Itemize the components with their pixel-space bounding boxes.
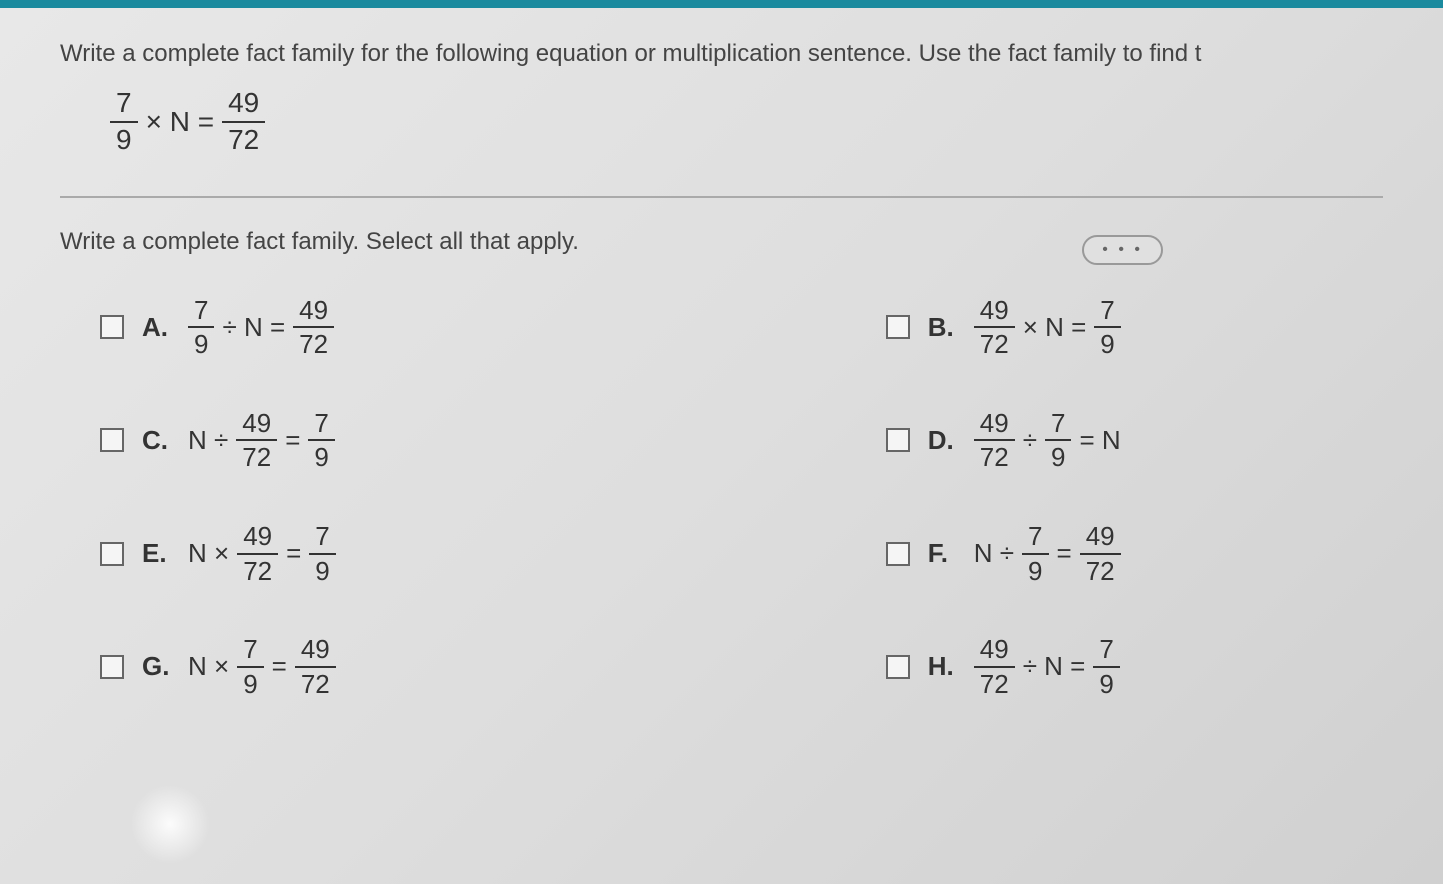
option-f: F. N ÷ 7 9 = 49 72 bbox=[886, 522, 1121, 585]
fraction: 7 9 bbox=[188, 296, 214, 359]
prefix: N ÷ bbox=[974, 538, 1014, 569]
fraction: 7 9 bbox=[237, 635, 263, 698]
checkbox-f[interactable] bbox=[886, 542, 910, 566]
fraction-7-9: 7 9 bbox=[110, 88, 138, 156]
option-letter: A. bbox=[142, 312, 170, 343]
operator: = bbox=[1057, 538, 1072, 569]
equation-b: 49 72 × N = 7 9 bbox=[974, 296, 1121, 359]
cursor-glow bbox=[130, 784, 210, 864]
option-b: B. 49 72 × N = 7 9 bbox=[886, 296, 1121, 359]
option-e: E. N × 49 72 = 7 9 bbox=[100, 522, 336, 585]
option-letter: H. bbox=[928, 651, 956, 682]
fraction: 49 72 bbox=[974, 635, 1015, 698]
operator: ÷ bbox=[1023, 425, 1037, 456]
fraction: 49 72 bbox=[974, 296, 1015, 359]
prefix: N × bbox=[188, 651, 229, 682]
option-letter: B. bbox=[928, 312, 956, 343]
equation-operator: × N = bbox=[146, 106, 214, 138]
operator: ÷ N = bbox=[222, 312, 285, 343]
equation-g: N × 7 9 = 49 72 bbox=[188, 635, 336, 698]
prefix: N × bbox=[188, 538, 229, 569]
suffix: = N bbox=[1079, 425, 1120, 456]
equation-d: 49 72 ÷ 7 9 = N bbox=[974, 409, 1121, 472]
option-letter: C. bbox=[142, 425, 170, 456]
right-column: B. 49 72 × N = 7 9 D. 49 72 bbox=[886, 296, 1121, 699]
main-equation: 7 9 × N = 49 72 bbox=[110, 88, 1383, 156]
main-instruction: Write a complete fact family for the fol… bbox=[60, 40, 1383, 68]
equation-f: N ÷ 7 9 = 49 72 bbox=[974, 522, 1121, 585]
prefix: N ÷ bbox=[188, 425, 228, 456]
checkbox-e[interactable] bbox=[100, 542, 124, 566]
checkbox-d[interactable] bbox=[886, 428, 910, 452]
checkbox-a[interactable] bbox=[100, 315, 124, 339]
fraction: 7 9 bbox=[309, 522, 335, 585]
operator: = bbox=[286, 538, 301, 569]
option-letter: F. bbox=[928, 538, 956, 569]
fraction: 7 9 bbox=[1093, 635, 1119, 698]
top-border bbox=[0, 0, 1443, 8]
checkbox-g[interactable] bbox=[100, 655, 124, 679]
checkbox-c[interactable] bbox=[100, 428, 124, 452]
option-c: C. N ÷ 49 72 = 7 9 bbox=[100, 409, 336, 472]
option-letter: E. bbox=[142, 538, 170, 569]
fraction: 49 72 bbox=[974, 409, 1015, 472]
checkbox-b[interactable] bbox=[886, 315, 910, 339]
fraction: 7 9 bbox=[308, 409, 334, 472]
fraction: 49 72 bbox=[293, 296, 334, 359]
operator: = bbox=[285, 425, 300, 456]
equation-a: 7 9 ÷ N = 49 72 bbox=[188, 296, 334, 359]
option-h: H. 49 72 ÷ N = 7 9 bbox=[886, 635, 1121, 698]
section-divider bbox=[60, 196, 1383, 198]
option-d: D. 49 72 ÷ 7 9 = N bbox=[886, 409, 1121, 472]
fraction: 7 9 bbox=[1045, 409, 1071, 472]
left-column: A. 7 9 ÷ N = 49 72 C. N ÷ 49 72 bbox=[100, 296, 336, 699]
fraction: 49 72 bbox=[1080, 522, 1121, 585]
sub-instruction: Write a complete fact family. Select all… bbox=[60, 228, 1383, 256]
equation-e: N × 49 72 = 7 9 bbox=[188, 522, 336, 585]
options-container: A. 7 9 ÷ N = 49 72 C. N ÷ 49 72 bbox=[100, 296, 1383, 699]
more-options-button[interactable]: • • • bbox=[1082, 235, 1163, 265]
checkbox-h[interactable] bbox=[886, 655, 910, 679]
fraction: 49 72 bbox=[236, 409, 277, 472]
fraction: 49 72 bbox=[295, 635, 336, 698]
fraction: 49 72 bbox=[237, 522, 278, 585]
option-letter: G. bbox=[142, 651, 170, 682]
fraction-49-72: 49 72 bbox=[222, 88, 265, 156]
fraction: 7 9 bbox=[1094, 296, 1120, 359]
option-g: G. N × 7 9 = 49 72 bbox=[100, 635, 336, 698]
operator: × N = bbox=[1023, 312, 1087, 343]
operator: ÷ N = bbox=[1023, 651, 1086, 682]
equation-c: N ÷ 49 72 = 7 9 bbox=[188, 409, 335, 472]
option-letter: D. bbox=[928, 425, 956, 456]
fraction: 7 9 bbox=[1022, 522, 1048, 585]
operator: = bbox=[272, 651, 287, 682]
option-a: A. 7 9 ÷ N = 49 72 bbox=[100, 296, 336, 359]
equation-h: 49 72 ÷ N = 7 9 bbox=[974, 635, 1120, 698]
